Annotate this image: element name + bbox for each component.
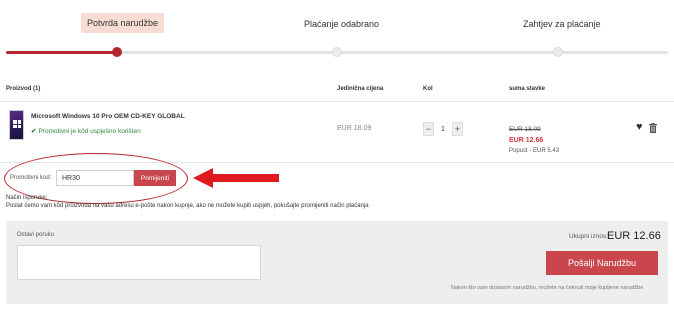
product-name[interactable]: Microsoft Windows 10 Pro OEM CD-KEY GLOB… [31, 113, 185, 120]
header-product: Proizvod (1) [6, 86, 41, 92]
windows-logo-icon [13, 120, 21, 128]
quantity-stepper: − 1 + [423, 122, 463, 136]
message-textarea[interactable] [17, 245, 261, 280]
original-sum: EUR 18.09 [509, 126, 541, 133]
check-icon: ✔ [31, 128, 37, 135]
order-panel: Ostavi poruku Ukupni iznos: EUR 12.66 Po… [6, 221, 668, 304]
trash-icon[interactable] [649, 123, 657, 133]
header-unit-price: Jedinična cijena [337, 86, 384, 92]
discount-amount: Popust - EUR 5.43 [509, 148, 560, 154]
red-arrow-left-icon [193, 168, 279, 188]
checkout-stepper: Potvrda narudžbe Plaćanje odabrano Zahtj… [0, 0, 674, 62]
stepper-progress [6, 51, 118, 54]
total-label: Ukupni iznos: [569, 233, 609, 240]
step-label-confirm: Potvrda narudžbe [81, 13, 165, 33]
shipping-method-title: Način isporuke: [6, 195, 48, 201]
unit-price: EUR 18.09 [337, 125, 372, 132]
order-footnote: Nakon što vam dostavim narudžbu, možete … [451, 285, 644, 291]
step-label-payment-request: Zahtjev za plaćanje [523, 19, 601, 29]
qty-value: 1 [441, 125, 445, 133]
product-image[interactable] [9, 110, 24, 140]
step-dot-confirm [112, 47, 122, 57]
step-dot-payment-selected [332, 47, 342, 57]
promo-success-text: Promotivni je kôd uspješno korišten [38, 128, 141, 135]
step-label-payment-selected: Plaćanje odabrano [304, 19, 380, 29]
heart-icon[interactable]: ♥ [636, 121, 643, 133]
cart-table-header: Proizvod (1) Jedinična cijena Kol suma s… [0, 80, 674, 102]
send-order-button[interactable]: Pošalji Narudžbu [546, 251, 658, 275]
header-qty: Kol [423, 86, 433, 92]
promo-success-message: ✔ Promotivni je kôd uspješno korišten [31, 127, 141, 135]
message-label: Ostavi poruku [17, 232, 55, 238]
step-dot-payment-request [553, 47, 563, 57]
qty-increase-button[interactable]: + [452, 122, 463, 136]
shipping-method-text: Poslat ćemo vam kôd proizvoda na vašu ad… [6, 203, 369, 209]
discounted-sum: EUR 12.66 [509, 137, 544, 144]
total-value: EUR 12.66 [607, 230, 661, 242]
header-sum: suma stavke [509, 86, 546, 92]
qty-decrease-button[interactable]: − [423, 122, 434, 136]
